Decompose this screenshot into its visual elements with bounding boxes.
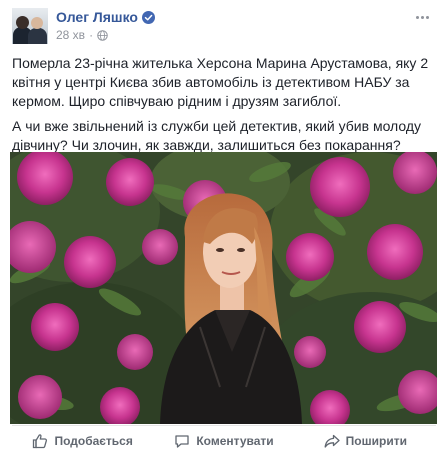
author-row: Олег Ляшко [56,9,155,25]
author-avatar[interactable] [12,8,48,44]
meta-separator: · [89,28,94,42]
comment-icon [175,434,189,448]
thumbs-up-icon [33,433,48,448]
share-icon [324,434,340,448]
photo-of-woman-among-rhododendrons [10,152,437,424]
share-label: Поширити [345,433,407,448]
globe-icon[interactable] [97,29,108,41]
like-button[interactable]: Подобається [12,426,153,455]
author-name[interactable]: Олег Ляшко [56,9,138,25]
post-meta: 28 хв · [56,28,108,42]
post-photo[interactable] [10,152,437,424]
post-actions: Подобається Коментувати Поширити [12,425,436,455]
post-paragraph-1: Померла 23-річна жителька Херсона Марина… [12,55,429,109]
like-label: Подобається [54,433,133,448]
post-paragraph-2: А чи вже звільнений із служби цей детект… [12,118,422,153]
post-options-icon[interactable] [412,10,432,24]
comment-label: Коментувати [196,433,274,448]
share-button[interactable]: Поширити [295,426,436,455]
facebook-post: Олег Ляшко 28 хв · Померла 23-річна жите… [0,0,447,455]
comment-button[interactable]: Коментувати [153,426,294,455]
post-timestamp[interactable]: 28 хв [56,28,85,42]
post-text: Померла 23-річна жителька Херсона Марина… [12,54,436,161]
verified-badge-icon [141,10,155,24]
post-header: Олег Ляшко 28 хв · [12,8,432,44]
